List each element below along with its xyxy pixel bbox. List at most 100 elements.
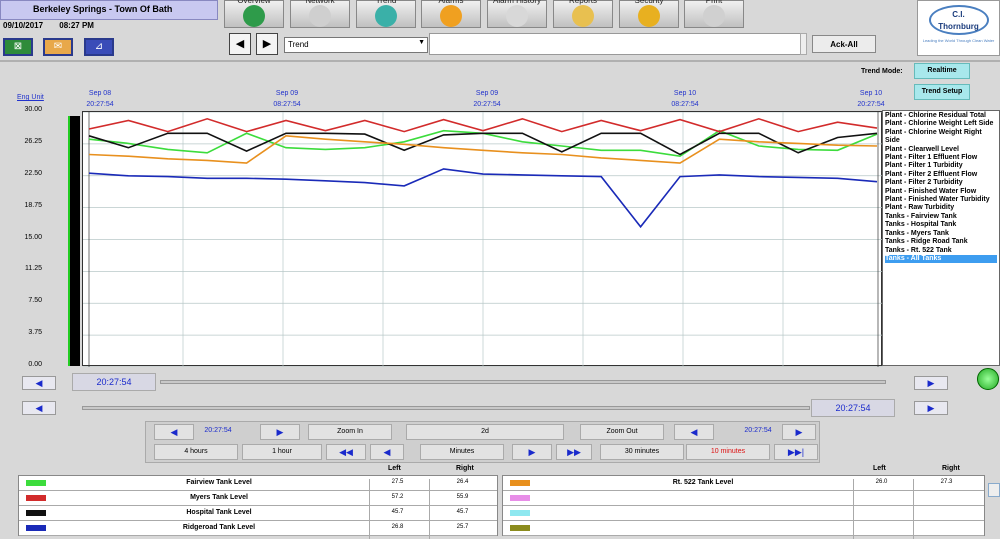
thirty-minutes-button[interactable]: 30 minutes	[600, 444, 684, 460]
y-axis-label[interactable]: Eng Unit	[17, 94, 44, 101]
table-row[interactable]	[503, 491, 984, 509]
span-value: 2d	[406, 424, 564, 440]
nav-tab-alarm-history[interactable]: Alarm History	[487, 0, 547, 28]
trend-list-item[interactable]: Plant - Finished Water Turbidity	[885, 196, 997, 204]
table-row[interactable]: Rt. 522 Tank Level 26.0 27.3	[503, 476, 984, 494]
company-logo: C.I. Thornburg Leading the World Through …	[917, 0, 1000, 56]
right-column-header: Right	[456, 465, 474, 472]
nav-tab-network[interactable]: Network	[290, 0, 350, 28]
trend-list-item[interactable]: Tanks - Myers Tank	[885, 230, 997, 238]
trend-list-item[interactable]: Plant - Filter 2 Turbidity	[885, 179, 997, 187]
trend-list-item[interactable]: Tanks - Hospital Tank	[885, 221, 997, 229]
pan-left-button[interactable]: ◀	[154, 424, 194, 440]
trend-list-item[interactable]: Plant - Clearwell Level	[885, 146, 997, 154]
excel-export-button[interactable]: ⊠	[3, 38, 33, 56]
zoom-control-panel: ◀ 20:27:54 ▶ Zoom In 2d Zoom Out ◀ 20:27…	[145, 421, 820, 463]
side-tool-icon[interactable]	[988, 483, 1000, 497]
pen-name: Rt. 522 Tank Level	[672, 479, 734, 486]
trend-list-item[interactable]: Tanks - All Tanks	[885, 254, 997, 264]
trend-list-item[interactable]: Plant - Chlorine Weight Left Side	[885, 120, 997, 128]
date-time: 09/10/2017 08:27 PM	[3, 21, 108, 30]
ack-all-button[interactable]: Ack-All	[812, 35, 876, 53]
trend-list-item[interactable]: Tanks - Ridge Road Tank	[885, 238, 997, 246]
trend-list-item[interactable]: Tanks - Rt. 522 Tank	[885, 247, 997, 255]
table-row[interactable]: Myers Tank Level 57.2 55.9	[19, 491, 497, 509]
x-tick-date: Sep 10	[673, 90, 697, 97]
trend-mode-label: Trend Mode:	[861, 68, 903, 75]
scroll-right-button-1[interactable]: ▶	[914, 376, 948, 390]
x-tick-date: Sep 10	[859, 90, 883, 97]
table-row[interactable]: Ridgeroad Tank Level 26.8 25.7	[19, 521, 497, 539]
table-row[interactable]	[503, 506, 984, 524]
zoom-in-button[interactable]: Zoom In	[308, 424, 392, 440]
trend-list-item[interactable]: Plant - Chlorine Residual Total	[885, 112, 997, 120]
trend-list[interactable]: Plant - Chlorine Residual Total Plant - C…	[882, 110, 1000, 366]
header-divider	[0, 60, 1000, 62]
next-screen-button[interactable]: ▶	[256, 33, 278, 55]
site-title: Berkeley Springs - Town Of Bath	[0, 0, 218, 20]
right-value	[913, 524, 979, 539]
one-hour-button[interactable]: 1 hour	[242, 444, 322, 460]
fast-forward-button[interactable]: ▶▶	[556, 444, 592, 460]
table-row[interactable]: Fairview Tank Level 27.5 26.4	[19, 476, 497, 494]
nav-tab-security[interactable]: Security	[619, 0, 679, 28]
pen-color-swatch	[26, 510, 46, 516]
trend-list-item[interactable]: Plant - Filter 1 Effluent Flow	[885, 154, 997, 162]
date-label: 09/10/2017	[3, 21, 44, 30]
alarm-history-icon	[506, 5, 528, 27]
pan-right-button-2[interactable]: ▶	[782, 424, 816, 440]
nav-tab-trend[interactable]: Trend	[356, 0, 416, 28]
refresh-icon[interactable]	[977, 368, 999, 390]
left-cursor-time: 20:27:54	[72, 373, 156, 391]
prev-screen-button[interactable]: ◀	[229, 33, 251, 55]
x-tick-time: 08:27:54	[671, 101, 699, 108]
trend-list-item[interactable]: Tanks - Fairview Tank	[885, 213, 997, 221]
chart-export-button[interactable]: ⊿	[84, 38, 114, 56]
alarm-scrollbar[interactable]	[800, 33, 807, 55]
trend-list-item[interactable]: Plant - Finished Water Flow	[885, 188, 997, 196]
zoom-out-button[interactable]: Zoom Out	[580, 424, 664, 440]
pen-color-swatch	[510, 525, 530, 531]
trend-list-item[interactable]: Plant - Filter 1 Turbidity	[885, 162, 997, 170]
nav-tab-print[interactable]: Print	[684, 0, 744, 28]
left-column-header-2: Left	[873, 465, 886, 472]
table-row[interactable]	[503, 521, 984, 539]
pan-left-button-2[interactable]: ◀	[674, 424, 714, 440]
y-tick-label: 15.00	[24, 233, 42, 241]
fast-rewind-button[interactable]: ◀◀	[326, 444, 366, 460]
trend-list-item[interactable]: Plant - Filter 2 Effluent Flow	[885, 171, 997, 179]
jump-end-button[interactable]: ▶▶|	[774, 444, 818, 460]
scroll-left-button-1[interactable]: ◀	[22, 376, 56, 390]
table-row[interactable]: Hospital Tank Level 45.7 45.7	[19, 506, 497, 524]
globe-icon	[243, 5, 265, 27]
pen-name: Myers Tank Level	[190, 494, 248, 501]
trend-list-item[interactable]: Plant - Raw Turbidity	[885, 204, 997, 212]
left-value: 26.8	[369, 524, 425, 539]
realtime-button[interactable]: Realtime	[914, 63, 970, 79]
scroll-track-2[interactable]	[82, 406, 810, 410]
y-tick-label: 22.50	[24, 169, 42, 177]
four-hours-button[interactable]: 4 hours	[154, 444, 238, 460]
nav-tab-reports[interactable]: Reports	[553, 0, 613, 28]
nav-tab-overview[interactable]: Overview	[224, 0, 284, 28]
ten-minutes-button[interactable]: 10 minutes	[686, 444, 770, 460]
trend-list-item[interactable]: Plant - Chlorine Weight Right Side	[885, 129, 997, 146]
minutes-button[interactable]: Minutes	[420, 444, 504, 460]
nav-tab-alarms[interactable]: Alarms	[421, 0, 481, 28]
pen-color-swatch	[26, 480, 46, 486]
scroll-right-button-2[interactable]: ▶	[914, 401, 948, 415]
x-tick-time: 20:27:54	[86, 101, 114, 108]
nav-tab-label: Reports	[568, 0, 597, 5]
scroll-track-1[interactable]	[160, 380, 886, 384]
step-back-button[interactable]: ◀	[370, 444, 404, 460]
alarm-message-box	[429, 33, 807, 55]
email-button[interactable]: ✉	[43, 38, 73, 56]
pan-right-button[interactable]: ▶	[260, 424, 300, 440]
scroll-left-button-2[interactable]: ◀	[22, 401, 56, 415]
trend-select[interactable]: Trend ▼	[284, 37, 428, 53]
step-forward-button[interactable]: ▶	[512, 444, 552, 460]
trend-setup-button[interactable]: Trend Setup	[914, 84, 970, 100]
pen-color-swatch	[26, 525, 46, 531]
trend-plot[interactable]	[82, 111, 883, 368]
nav-tab-label: Security	[634, 0, 664, 5]
